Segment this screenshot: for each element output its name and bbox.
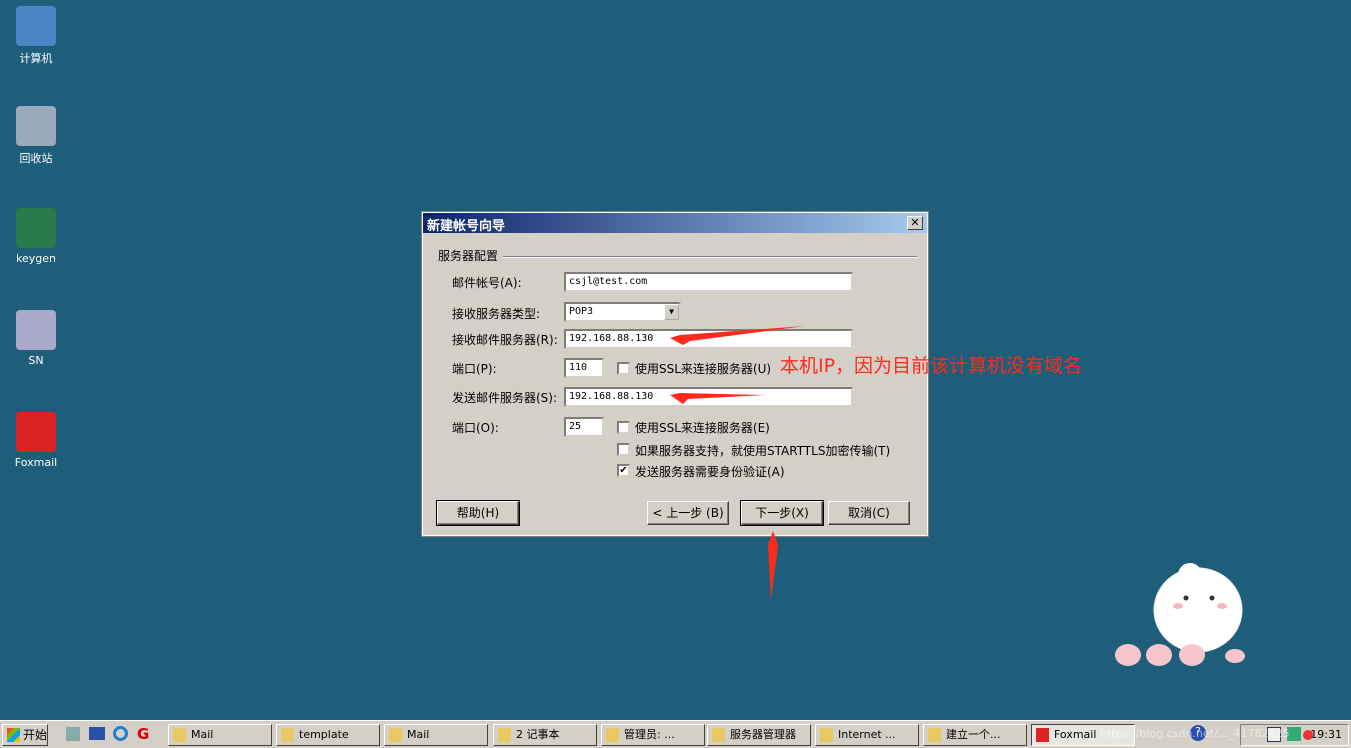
taskbar-item[interactable]: 服务器管理器 — [707, 724, 811, 746]
annotation-arrows — [670, 326, 1245, 666]
taskbar-item-icon — [281, 728, 294, 742]
cartoon-sticker — [1115, 563, 1245, 666]
taskbar-item-icon — [820, 728, 833, 742]
foxmail-quicklaunch-icon[interactable]: G — [137, 725, 149, 743]
watermark: https://blog.csdn.net/..._41782425 — [1100, 727, 1290, 740]
volume-muted-icon[interactable] — [1303, 730, 1313, 740]
show-desktop-icon[interactable] — [89, 727, 105, 740]
taskbar-item-label: Internet ... — [838, 728, 896, 741]
arrow-recv — [670, 326, 805, 345]
taskbar-item[interactable]: template — [276, 724, 380, 746]
taskbar-item-label: Mail — [191, 728, 214, 741]
annotation-text: 本机IP，因为目前该计算机没有域名 — [780, 355, 1083, 377]
taskbar-item-label: 管理员: ... — [624, 728, 675, 741]
server-manager-quicklaunch-icon[interactable] — [66, 727, 80, 741]
taskbar-item-label: 2 记事本 — [516, 728, 560, 741]
taskbar-item[interactable]: 建立一个... — [923, 724, 1027, 746]
taskbar-item-icon — [173, 728, 186, 742]
taskbar-item-icon — [606, 728, 619, 742]
taskbar-item-label: Foxmail — [1054, 728, 1097, 741]
arrow-next — [768, 531, 778, 600]
ie-icon[interactable] — [113, 726, 128, 741]
taskbar-item-icon — [498, 728, 511, 742]
taskbar-item-label: 建立一个... — [946, 728, 1001, 741]
taskbar-item[interactable]: 2 记事本 — [493, 724, 597, 746]
taskbar-item-icon — [712, 728, 725, 742]
taskbar: 开始 G Mail template Mail 2 记事本 管理员: ... 服务器管理器… — [0, 720, 1351, 748]
arrow-send — [670, 393, 765, 404]
start-label: 开始 — [23, 728, 48, 742]
taskbar-item-icon — [389, 728, 402, 742]
taskbar-item-label: Mail — [407, 728, 430, 741]
taskbar-item-icon — [928, 728, 941, 742]
taskbar-item[interactable]: Mail — [384, 724, 488, 746]
taskbar-item-icon — [1036, 728, 1049, 742]
windows-logo-icon — [7, 728, 20, 742]
taskbar-item-label: template — [299, 728, 349, 741]
clock: 19:31 — [1310, 728, 1342, 741]
taskbar-item[interactable]: 管理员: ... — [601, 724, 705, 746]
taskbar-item-label: 服务器管理器 — [730, 728, 796, 741]
taskbar-item[interactable]: Internet ... — [815, 724, 919, 746]
start-button[interactable]: 开始 — [2, 724, 48, 746]
taskbar-item[interactable]: Mail — [168, 724, 272, 746]
